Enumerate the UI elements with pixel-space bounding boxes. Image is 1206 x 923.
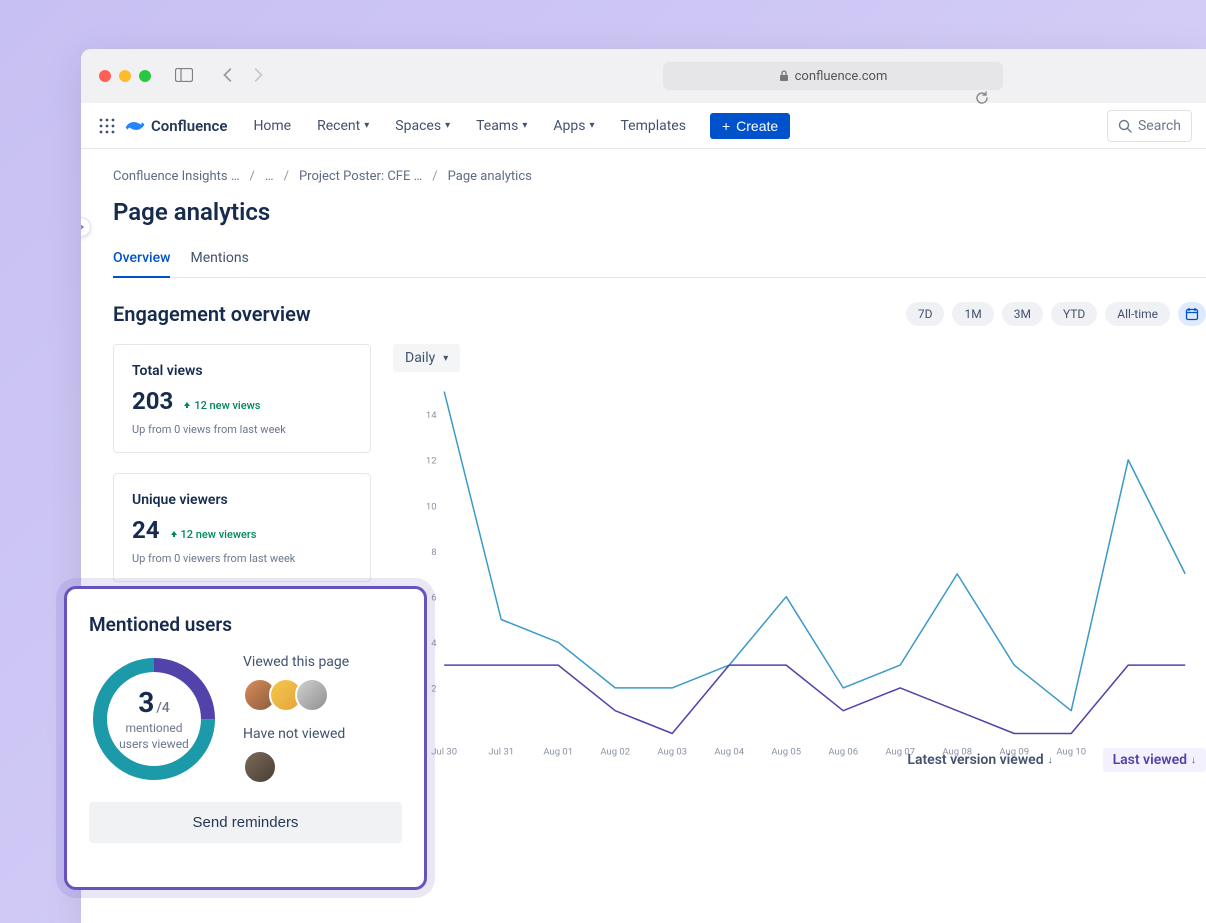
- arrow-down-icon: ↓: [1191, 755, 1196, 766]
- search-input[interactable]: Search: [1107, 110, 1192, 142]
- arrow-up-icon: [170, 530, 178, 538]
- plus-icon: +: [722, 118, 730, 134]
- create-button[interactable]: + Create: [710, 113, 790, 139]
- svg-text:6: 6: [431, 593, 436, 604]
- granularity-selector[interactable]: Daily ▾: [393, 344, 460, 372]
- range-all-time[interactable]: All-time: [1105, 302, 1170, 326]
- back-button[interactable]: [221, 67, 235, 86]
- chart-panel: Daily ▾ 2468101214Jul 30Jul 31Aug 01Aug …: [393, 344, 1206, 766]
- tab-mentions[interactable]: Mentions: [190, 250, 248, 277]
- svg-text:14: 14: [426, 410, 437, 421]
- mentioned-users-panel: Mentioned users 3 /4 mentioned users vie…: [64, 586, 427, 890]
- chevron-down-icon: ▾: [445, 120, 450, 131]
- nav-recent[interactable]: Recent▾: [307, 114, 379, 138]
- col-latest-version[interactable]: Latest version viewed↓: [907, 752, 1052, 768]
- forward-button[interactable]: [251, 67, 265, 86]
- confluence-icon: [125, 116, 145, 136]
- close-window-button[interactable]: [99, 70, 111, 82]
- mentioned-title: Mentioned users: [89, 613, 402, 636]
- avatar[interactable]: [243, 750, 277, 784]
- calendar-icon: [1185, 307, 1199, 321]
- breadcrumb: Confluence Insights …/ …/ Project Poster…: [113, 169, 1206, 184]
- confluence-logo[interactable]: Confluence: [125, 116, 227, 136]
- svg-text:2: 2: [431, 684, 436, 695]
- chevron-down-icon: ▾: [443, 353, 448, 364]
- mentioned-donut: 3 /4 mentioned users viewed: [89, 654, 219, 784]
- url-text: confluence.com: [795, 69, 888, 84]
- breadcrumb-item[interactable]: Project Poster: CFE …: [299, 169, 422, 184]
- send-reminders-button[interactable]: Send reminders: [89, 802, 402, 843]
- col-last-viewed[interactable]: Last viewed↓: [1103, 748, 1206, 772]
- card-caption: Up from 0 views from last week: [132, 423, 352, 436]
- breadcrumb-item[interactable]: Confluence Insights …: [113, 169, 240, 184]
- search-icon: [1118, 119, 1132, 133]
- views-trend: 12 new views: [183, 399, 260, 412]
- app-header: Confluence Home Recent▾ Spaces▾ Teams▾ A…: [81, 103, 1206, 149]
- mentioned-caption: mentioned users viewed: [119, 721, 189, 752]
- unique-viewers-card: Unique viewers 24 12 new viewers Up from…: [113, 473, 371, 582]
- viewers-trend: 12 new viewers: [170, 528, 257, 541]
- breadcrumb-current: Page analytics: [448, 169, 532, 184]
- nav-teams[interactable]: Teams▾: [466, 114, 537, 138]
- arrow-down-icon: ↓: [1048, 755, 1053, 766]
- nav-apps[interactable]: Apps▾: [543, 114, 604, 138]
- traffic-lights: [99, 70, 151, 82]
- range-1m[interactable]: 1M: [952, 302, 993, 326]
- chevron-down-icon: ▾: [589, 120, 594, 131]
- browser-toolbar: confluence.com: [81, 49, 1206, 103]
- range-3m[interactable]: 3M: [1002, 302, 1043, 326]
- tab-overview[interactable]: Overview: [113, 250, 170, 278]
- unique-viewers-value: 24: [132, 516, 160, 544]
- date-range-selector: 7D 1M 3M YTD All-time: [906, 302, 1206, 326]
- nav-home[interactable]: Home: [243, 114, 301, 138]
- sidebar-toggle-icon[interactable]: [175, 66, 193, 87]
- viewed-label: Viewed this page: [243, 654, 402, 670]
- range-7d[interactable]: 7D: [906, 302, 945, 326]
- svg-text:4: 4: [431, 638, 437, 649]
- search-placeholder: Search: [1138, 118, 1181, 134]
- reload-icon[interactable]: [975, 90, 989, 109]
- total-views-card: Total views 203 12 new views Up from 0 v…: [113, 344, 371, 453]
- not-viewed-label: Have not viewed: [243, 726, 402, 742]
- nav-templates[interactable]: Templates: [610, 114, 696, 138]
- mentioned-count: 3: [138, 686, 154, 719]
- calendar-button[interactable]: [1178, 302, 1206, 326]
- card-caption: Up from 0 viewers from last week: [132, 552, 352, 565]
- chevron-down-icon: ▾: [522, 120, 527, 131]
- avatar[interactable]: [295, 678, 329, 712]
- engagement-chart: 2468101214Jul 30Jul 31Aug 01Aug 02Aug 03…: [393, 382, 1206, 762]
- app-switcher-icon[interactable]: [95, 114, 119, 138]
- svg-text:12: 12: [426, 456, 437, 467]
- maximize-window-button[interactable]: [139, 70, 151, 82]
- tabs: Overview Mentions: [113, 250, 1206, 278]
- not-viewed-avatars: [243, 750, 402, 784]
- card-title: Unique viewers: [132, 492, 352, 508]
- total-views-value: 203: [132, 387, 173, 415]
- viewed-avatars: [243, 678, 402, 712]
- nav-spaces[interactable]: Spaces▾: [385, 114, 460, 138]
- page-title: Page analytics: [113, 198, 1206, 226]
- product-name: Confluence: [151, 117, 227, 135]
- svg-text:8: 8: [431, 547, 436, 558]
- breadcrumb-item[interactable]: …: [265, 169, 274, 184]
- mentioned-total: /4: [156, 700, 169, 716]
- minimize-window-button[interactable]: [119, 70, 131, 82]
- card-title: Total views: [132, 363, 352, 379]
- url-bar[interactable]: confluence.com: [663, 62, 1003, 90]
- range-ytd[interactable]: YTD: [1051, 302, 1097, 326]
- lock-icon: [779, 70, 789, 82]
- section-title: Engagement overview: [113, 302, 311, 326]
- svg-text:10: 10: [426, 501, 437, 512]
- arrow-up-icon: [183, 401, 191, 409]
- chevron-down-icon: ▾: [364, 120, 369, 131]
